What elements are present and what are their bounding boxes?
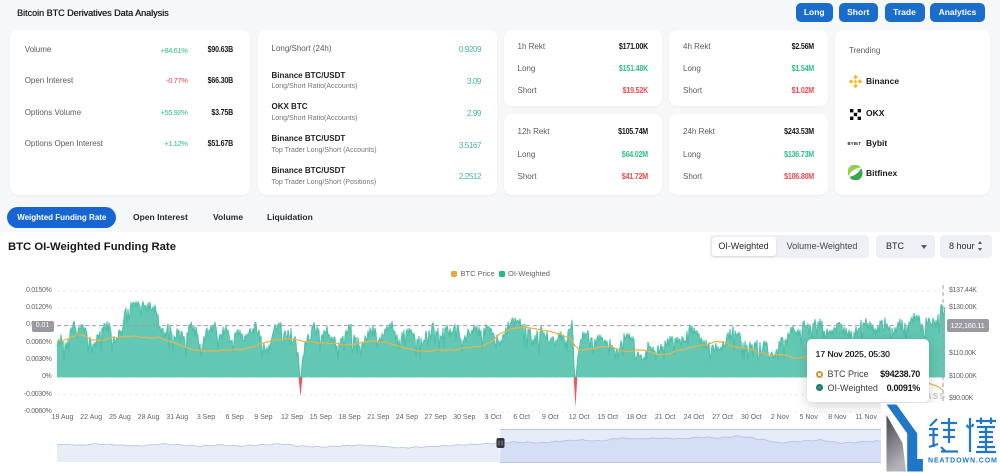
svg-text:NEATDOWN.COM: NEATDOWN.COM: [928, 457, 998, 464]
